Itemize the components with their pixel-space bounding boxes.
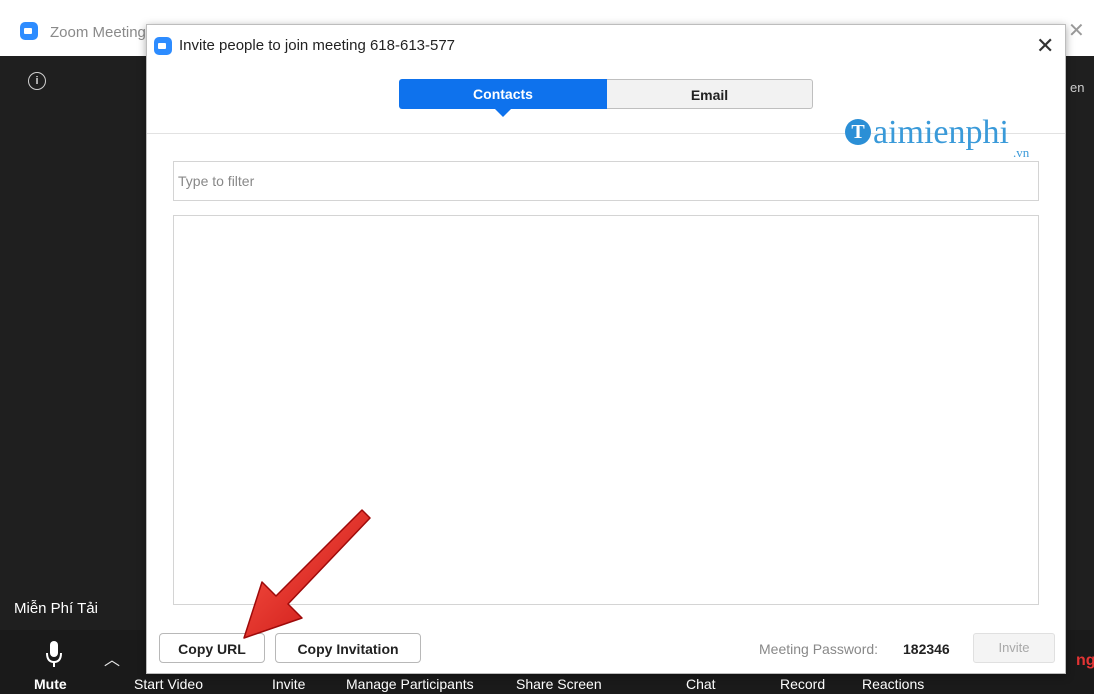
zoom-logo-icon <box>20 22 38 40</box>
dialog-title: Invite people to join meeting 618-613-57… <box>179 37 456 54</box>
info-icon[interactable]: i <box>28 72 46 90</box>
tab-contacts[interactable]: Contacts <box>399 79 607 117</box>
copy-url-button[interactable]: Copy URL <box>159 633 265 663</box>
reactions-button[interactable]: Reactions <box>862 676 924 692</box>
meeting-password-value: 182346 <box>903 641 950 657</box>
share-screen-button[interactable]: Share Screen <box>516 676 602 692</box>
zoom-close-icon[interactable]: ✕ <box>1068 18 1085 43</box>
zoom-logo-icon <box>154 37 172 55</box>
invite-toolbar-button[interactable]: Invite <box>272 676 305 692</box>
microphone-icon[interactable] <box>44 640 64 670</box>
copy-invitation-button[interactable]: Copy Invitation <box>275 633 421 663</box>
contact-list[interactable] <box>173 215 1039 605</box>
manage-participants-button[interactable]: Manage Participants <box>346 676 474 692</box>
dialog-titlebar: Invite people to join meeting 618-613-57… <box>147 25 1065 65</box>
mute-button[interactable]: Mute <box>34 676 67 692</box>
zoom-window-title: Zoom Meeting <box>50 24 146 41</box>
start-video-button[interactable]: Start Video <box>134 676 203 692</box>
background-right-text: en <box>1070 80 1085 95</box>
meeting-password-label: Meeting Password: <box>759 641 879 657</box>
watermark-text: aimienphi <box>873 114 1009 151</box>
watermark-suffix: .vn <box>1013 145 1030 160</box>
close-icon[interactable]: ✕ <box>1036 33 1054 59</box>
watermark-letter: T <box>845 119 871 145</box>
brand-fragment: ng <box>1076 652 1094 669</box>
chevron-up-icon[interactable]: ︿ <box>104 646 120 670</box>
invite-dialog: Invite people to join meeting 618-613-57… <box>146 24 1066 674</box>
filter-input[interactable] <box>173 161 1039 201</box>
invite-button[interactable]: Invite <box>973 633 1055 663</box>
tab-email[interactable]: Email <box>607 79 813 109</box>
record-button[interactable]: Record <box>780 676 825 692</box>
participant-name-label: Miễn Phí Tải <box>14 600 98 617</box>
chat-button[interactable]: Chat <box>686 676 716 692</box>
tab-bar: Contacts Email T aimienphi .vn <box>147 65 1065 160</box>
